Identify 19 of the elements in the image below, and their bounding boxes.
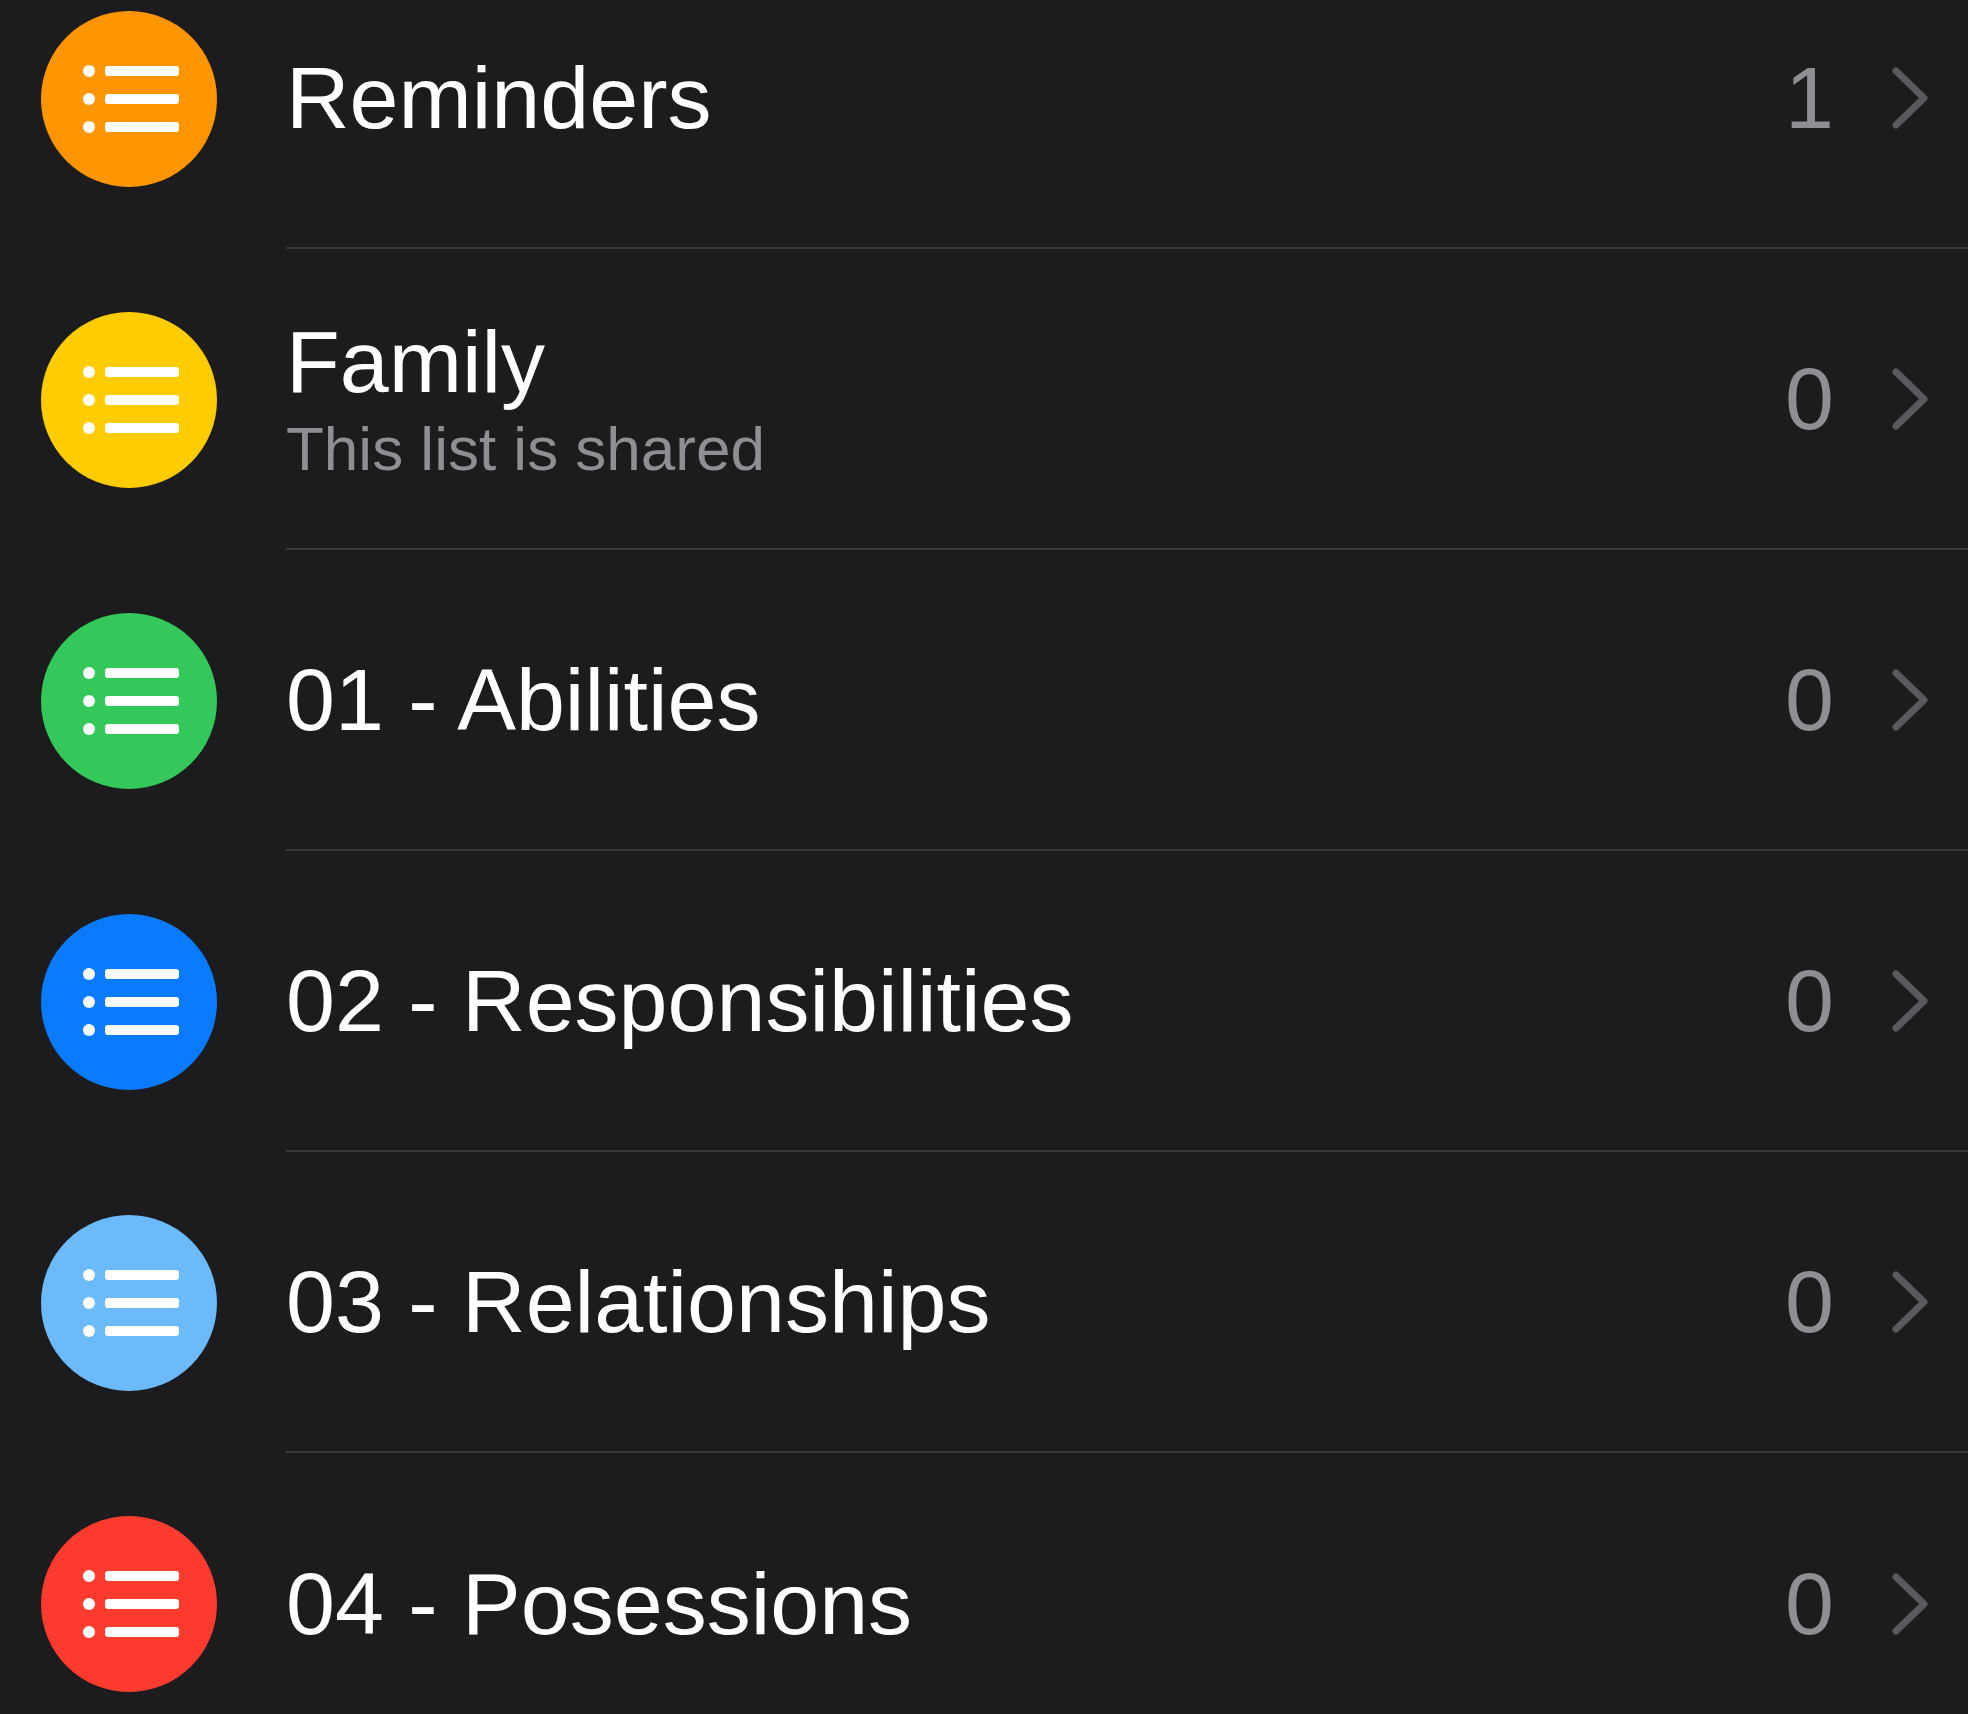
item-count: 0 — [1785, 1250, 1834, 1353]
list-name: 02 - Responsibilities — [286, 949, 1075, 1052]
list-name: Reminders — [286, 46, 713, 149]
item-count: 0 — [1785, 347, 1834, 450]
chevron-icon[interactable] — [1890, 1268, 1930, 1335]
chevron-icon[interactable] — [1890, 1570, 1930, 1637]
chevron-icon[interactable] — [1890, 666, 1930, 733]
item-count: 0 — [1785, 1552, 1834, 1655]
item-count: 0 — [1785, 648, 1834, 751]
item-count: 1 — [1785, 46, 1834, 149]
list-name: 01 - Abilities — [286, 648, 762, 751]
item-count: 0 — [1785, 949, 1834, 1052]
chevron-icon[interactable] — [1890, 365, 1930, 432]
list-name: 03 - Relationships — [286, 1250, 992, 1353]
list-subtitle: This list is shared — [286, 412, 766, 485]
list-name: Family — [286, 310, 547, 412]
list-name: 04 - Posessions — [286, 1552, 914, 1655]
chevron-icon[interactable] — [1890, 64, 1930, 131]
chevron-icon[interactable] — [1890, 967, 1930, 1034]
